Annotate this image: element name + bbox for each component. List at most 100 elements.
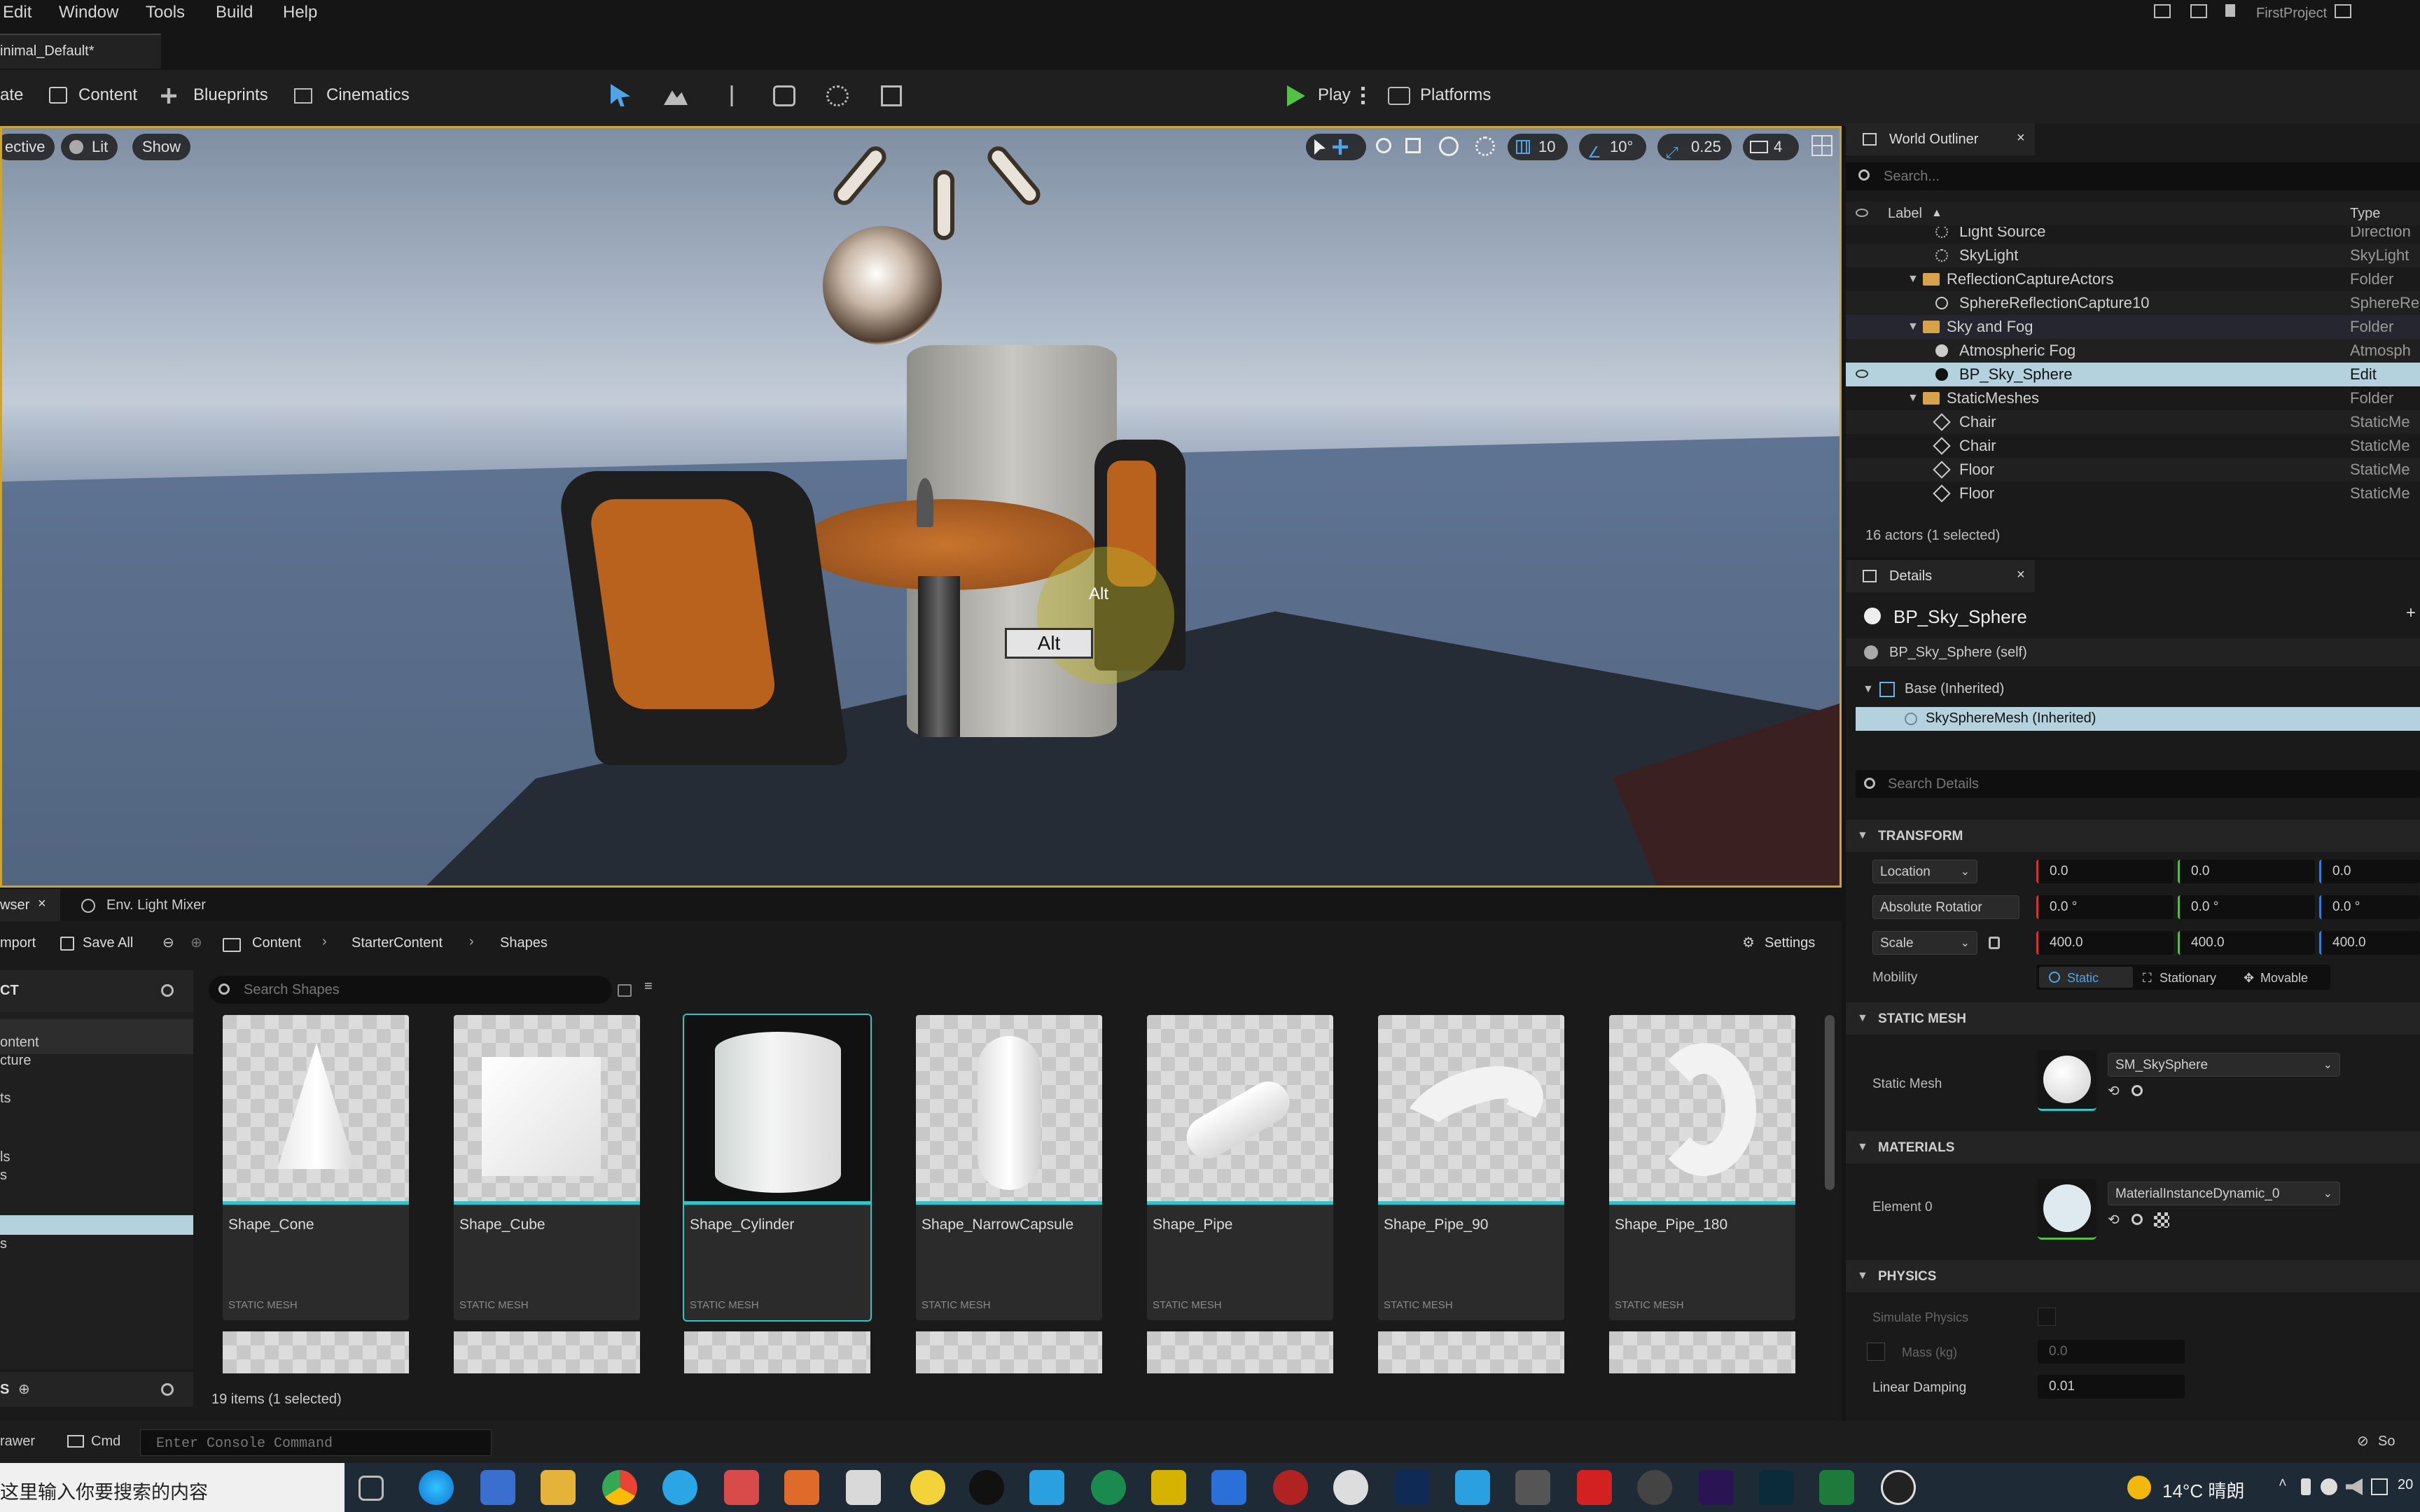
select-icon[interactable] [1314, 139, 1326, 155]
app-icon[interactable] [724, 1470, 759, 1505]
content-drawer-button[interactable]: rawer [0, 1434, 35, 1450]
audition-icon[interactable] [1759, 1470, 1794, 1505]
tab-details[interactable]: Details × [1846, 560, 2035, 592]
close-icon[interactable]: × [2017, 130, 2025, 146]
static-mesh-dropdown[interactable]: SM_SkySphere ⌄ [2108, 1053, 2340, 1077]
save-button[interactable]: ate [0, 85, 23, 105]
materials-section-header[interactable]: ▼ MATERIALS [1846, 1131, 2420, 1163]
menu-tools[interactable]: Tools [146, 3, 185, 22]
tree-item[interactable]: ls [0, 1149, 10, 1166]
battery-icon[interactable] [2301, 1478, 2311, 1495]
layout-icon[interactable] [1811, 135, 1833, 156]
asset-tile[interactable] [1147, 1331, 1333, 1373]
tree-item[interactable]: cture [0, 1053, 31, 1069]
asset-tile[interactable]: Shape_Pipe_90 STATIC MESH [1378, 1015, 1564, 1320]
texture-icon[interactable] [2154, 1212, 2169, 1228]
sky-sphere-sprite[interactable] [823, 226, 942, 345]
location-x-field[interactable]: 0.0 [2036, 860, 2174, 883]
more-options-icon[interactable] [1361, 87, 1365, 105]
lock-icon[interactable] [1989, 937, 2000, 949]
save-all-button[interactable]: Save All [60, 932, 151, 956]
details-search[interactable]: Search Details [1856, 770, 2420, 798]
app-icon[interactable] [1455, 1470, 1490, 1505]
clock[interactable]: 20 [2398, 1477, 2413, 1493]
import-button[interactable]: mport [0, 935, 36, 951]
list-item[interactable]: SkyLight SkyLight [1846, 244, 2420, 267]
chevron-down-icon[interactable]: ▼ [1907, 392, 1919, 405]
app-icon[interactable] [1273, 1470, 1308, 1505]
browse-back-icon[interactable]: ⟲ [2108, 1211, 2120, 1228]
asset-tile[interactable]: Shape_NarrowCapsule STATIC MESH [916, 1015, 1102, 1320]
outliner-search[interactable]: Search... [1846, 162, 2420, 190]
app-tray-icon[interactable] [2321, 1478, 2337, 1495]
breadcrumb-content[interactable]: Content [252, 935, 301, 951]
edge-icon[interactable] [419, 1470, 454, 1505]
app-icon[interactable] [1091, 1470, 1126, 1505]
chevron-up-icon[interactable]: ˄ [2279, 1476, 2287, 1492]
chrome-icon[interactable] [602, 1470, 637, 1505]
list-item[interactable]: Chair StaticMe [1846, 410, 2420, 434]
material-dropdown[interactable]: MaterialInstanceDynamic_0 ⌄ [2108, 1182, 2340, 1205]
location-z-field[interactable]: 0.0 [2319, 860, 2420, 883]
houdini-icon[interactable] [784, 1470, 819, 1505]
show-button[interactable]: Show [132, 134, 191, 160]
transform-tools[interactable] [1306, 134, 1366, 160]
linear-damping-field[interactable]: 0.01 [2038, 1375, 2185, 1399]
add-component-icon[interactable]: + [2406, 603, 2416, 623]
asset-tile[interactable]: Shape_Pipe_180 STATIC MESH [1609, 1015, 1795, 1320]
foliage-mode-icon[interactable] [730, 85, 733, 106]
eye-icon[interactable] [1856, 370, 1868, 378]
level-tab[interactable]: inimal_Default* [0, 34, 161, 69]
photoshop-icon[interactable] [1395, 1470, 1430, 1505]
list-item[interactable]: ▼ Sky and Fog Folder [1846, 315, 2420, 339]
taskbar-search[interactable]: 这里输入你要搜索的内容 [0, 1463, 345, 1512]
rotation-snap-button[interactable]: ∠ 10° [1579, 134, 1646, 161]
menu-edit[interactable]: Edit [3, 3, 32, 22]
task-view-icon[interactable] [359, 1476, 384, 1501]
rotation-dropdown[interactable]: Absolute Rotatior [1872, 895, 2019, 919]
tree-item[interactable]: s [0, 1236, 7, 1252]
forward-arrow-icon[interactable]: ⊕ [190, 934, 202, 951]
scale-z-field[interactable]: 400.0 [2319, 931, 2420, 955]
chevron-down-icon[interactable]: ▼ [1907, 273, 1919, 286]
static-option[interactable]: Static [2039, 967, 2133, 988]
window-icon[interactable] [2154, 4, 2171, 18]
asset-tile[interactable] [223, 1331, 409, 1373]
self-component-row[interactable]: BP_Sky_Sphere (self) [1846, 638, 2420, 666]
list-item-selected[interactable]: BP_Sky_Sphere Edit BP_S [1846, 363, 2420, 401]
type-column-header[interactable]: Type [2350, 206, 2380, 222]
physics-section-header[interactable]: ▼ PHYSICS [1846, 1260, 2420, 1292]
rotation-z-field[interactable]: 0.0 ° [2319, 895, 2420, 919]
world-space-icon[interactable] [1439, 136, 1459, 156]
asset-tile[interactable]: Shape_Cube STATIC MESH [454, 1015, 640, 1320]
tab-env-light-mixer[interactable]: Env. Light Mixer [77, 889, 252, 921]
list-item[interactable]: Atmospheric Fog Atmosph [1846, 339, 2420, 363]
asset-tile[interactable] [916, 1331, 1102, 1373]
browse-back-icon[interactable]: ⟲ [2108, 1082, 2120, 1100]
rotation-y-field[interactable]: 0.0 ° [2178, 895, 2315, 919]
asset-tile[interactable]: Shape_Pipe STATIC MESH [1147, 1015, 1333, 1320]
base-component-row[interactable]: ▼ Base (Inherited) [1856, 678, 2420, 701]
breadcrumb-shapes[interactable]: Shapes [500, 935, 548, 951]
scale-x-field[interactable]: 400.0 [2036, 931, 2174, 955]
tree-item[interactable]: ontent [0, 1035, 39, 1051]
asset-tile[interactable] [1609, 1331, 1795, 1373]
asset-tile[interactable] [684, 1331, 870, 1373]
fracture-mode-icon[interactable] [826, 85, 849, 106]
level-viewport[interactable]: Alt Alt ective Lit Show 10 ∠ 10° ⤢ 0.25 … [0, 126, 1842, 888]
menu-help[interactable]: Help [283, 3, 317, 22]
list-item[interactable]: Floor StaticMe [1846, 458, 2420, 482]
chevron-down-icon[interactable]: ▼ [1907, 321, 1919, 333]
location-dropdown[interactable]: Location ⌄ [1872, 860, 1977, 883]
asset-tile[interactable] [454, 1331, 640, 1373]
volume-icon[interactable] [2346, 1478, 2363, 1495]
movable-option[interactable]: ✥ Movable [2241, 967, 2328, 988]
app-icon[interactable] [1577, 1470, 1612, 1505]
chevron-down-icon[interactable]: ▼ [1863, 683, 1874, 696]
app-icon[interactable] [1151, 1470, 1186, 1505]
label-column-header[interactable]: Label [1888, 206, 1922, 222]
tab-content-browser[interactable]: wser × [0, 889, 60, 921]
skyspheremesh-component-row[interactable]: SkySphereMesh (Inherited) [1856, 707, 2420, 731]
app-icon[interactable] [1515, 1470, 1550, 1505]
asset-search[interactable]: Search Shapes [209, 976, 612, 1004]
